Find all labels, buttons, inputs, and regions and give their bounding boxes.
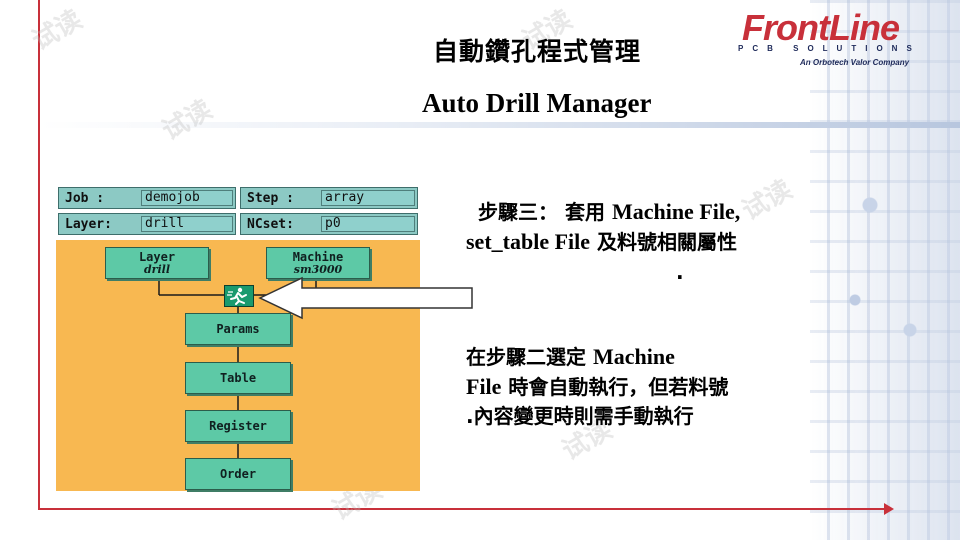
node-layer-value: drill: [143, 263, 171, 276]
drill-manager-window: Job : demojob Step : array Layer: drill …: [56, 185, 420, 491]
frame-bottom-line: [38, 508, 888, 510]
step-three-line2-cn: 及料號相關屬性: [590, 230, 737, 254]
node-table[interactable]: Table: [185, 362, 291, 394]
step-three-cn: 步驟三： 套用: [478, 200, 612, 224]
circuit-board-background: [810, 0, 960, 540]
logo-subtitle: PCB SOLUTIONS: [738, 44, 921, 53]
note-line-2: File 時會自動執行，但若料號: [466, 372, 728, 402]
node-layer-label: Layer: [138, 250, 176, 264]
node-machine-label: Machine: [292, 250, 344, 264]
step-three-line-3: .: [676, 260, 684, 284]
note-line-1: 在步驟二選定 Machine: [466, 342, 728, 372]
note-line-3: .內容變更時則需手動執行: [466, 404, 694, 428]
slide-title-chinese: 自動鑽孔程式管理: [433, 37, 642, 66]
frame-left-line: [38, 0, 40, 510]
note-text: 在步驟二選定 Machine File 時會自動執行，但若料號 .內容變更時則需…: [466, 342, 728, 431]
step-three-line2-en: set_table File: [466, 229, 591, 254]
node-params-label: Params: [216, 322, 260, 336]
watermark: 试读: [157, 94, 218, 147]
node-order[interactable]: Order: [185, 458, 291, 490]
node-register-label: Register: [209, 419, 267, 433]
node-machine[interactable]: Machine sm3000: [266, 247, 370, 279]
note-line2-en: File: [466, 374, 502, 399]
node-layer[interactable]: Layer drill: [105, 247, 209, 279]
note-line2-cn: 時會自動執行，但若料號: [501, 375, 729, 399]
pointer-arrow-icon: [258, 276, 473, 320]
logo-tagline: An Orbotech Valor Company: [800, 58, 910, 67]
step-three-en: Machine File,: [611, 199, 741, 224]
note-line1-cn: 在步驟二選定: [466, 345, 593, 369]
node-machine-value: sm3000: [293, 263, 343, 276]
run-icon[interactable]: [224, 285, 254, 307]
node-register[interactable]: Register: [185, 410, 291, 442]
step-three-line-2: set_table File 及料號相關屬性: [466, 228, 737, 256]
frontline-logo: FrontLine PCB SOLUTIONS An Orbotech Valo…: [730, 8, 940, 70]
note-line1-en: Machine: [592, 344, 675, 369]
watermark: 试读: [27, 4, 88, 57]
frame-arrow-icon: [884, 503, 894, 515]
watermark: 试读: [737, 174, 798, 227]
header-divider: [40, 122, 960, 128]
run-figure-icon: [227, 287, 247, 305]
step-three-line-1: 步驟三： 套用 Machine File,: [478, 198, 740, 226]
node-order-label: Order: [219, 467, 257, 481]
logo-name: FrontLine: [742, 7, 900, 48]
node-table-label: Table: [219, 371, 257, 385]
slide-title-english: Auto Drill Manager: [422, 88, 652, 118]
slide: 试读 试读 试读 试读 试读 试读 FrontLine PCB SOLUTION…: [0, 0, 960, 540]
